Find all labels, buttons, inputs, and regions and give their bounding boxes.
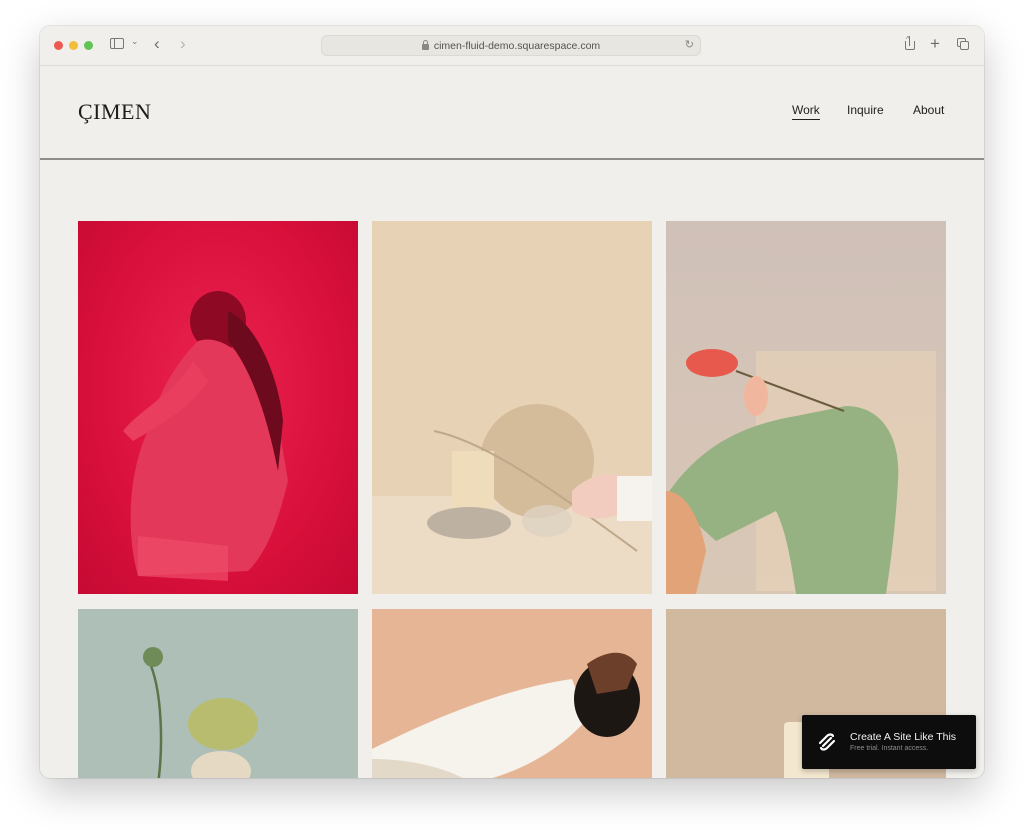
promo-subtitle: Free trial. Instant access. bbox=[850, 745, 929, 752]
share-icon[interactable]: ^ bbox=[904, 36, 916, 54]
reclining-man-figure bbox=[372, 652, 640, 778]
browser-toolbar: ⌄ ‹ › cimen-fluid-demo.squarespace.com ↻… bbox=[40, 26, 984, 66]
bending-figure bbox=[666, 349, 936, 594]
prickly-pear-still-life bbox=[143, 647, 258, 778]
soap-still-life bbox=[372, 404, 652, 594]
gallery-tile-red-portrait[interactable] bbox=[78, 221, 358, 594]
browser-window: ⌄ ‹ › cimen-fluid-demo.squarespace.com ↻… bbox=[40, 26, 984, 778]
create-site-promo-button[interactable]: Create A Site Like This Free trial. Inst… bbox=[802, 715, 976, 769]
close-window-button[interactable] bbox=[54, 41, 63, 50]
website-page: ÇIMEN Work Inquire About bbox=[40, 66, 984, 778]
gallery-tile-green-jumpsuit[interactable] bbox=[666, 221, 946, 594]
header-divider bbox=[40, 158, 984, 160]
nav-inquire[interactable]: Inquire bbox=[847, 103, 884, 117]
gallery-tile-prickly-pear[interactable] bbox=[78, 609, 358, 778]
nav-work[interactable]: Work bbox=[792, 103, 820, 120]
squarespace-logo-icon bbox=[818, 733, 836, 751]
minimize-window-button[interactable] bbox=[69, 41, 78, 50]
chevron-down-icon[interactable]: ⌄ bbox=[131, 36, 139, 47]
gallery-tile-reclining-man[interactable] bbox=[372, 609, 652, 778]
lock-icon bbox=[421, 39, 429, 50]
back-icon[interactable]: ‹ bbox=[154, 34, 160, 54]
address-bar[interactable]: cimen-fluid-demo.squarespace.com ↻ bbox=[321, 35, 701, 56]
tab-overview-icon[interactable] bbox=[957, 38, 970, 51]
site-logo[interactable]: ÇIMEN bbox=[78, 99, 151, 125]
crouching-woman-figure bbox=[123, 291, 288, 581]
maximize-window-button[interactable] bbox=[84, 41, 93, 50]
forward-icon[interactable]: › bbox=[180, 34, 186, 54]
new-tab-icon[interactable]: + bbox=[930, 34, 940, 54]
nav-about[interactable]: About bbox=[913, 103, 944, 117]
promo-title: Create A Site Like This bbox=[850, 731, 957, 743]
reload-icon[interactable]: ↻ bbox=[685, 38, 694, 51]
url-text: cimen-fluid-demo.squarespace.com bbox=[433, 39, 601, 52]
gallery-tile-soap-still-life[interactable] bbox=[372, 221, 652, 594]
sidebar-icon[interactable] bbox=[110, 38, 124, 49]
